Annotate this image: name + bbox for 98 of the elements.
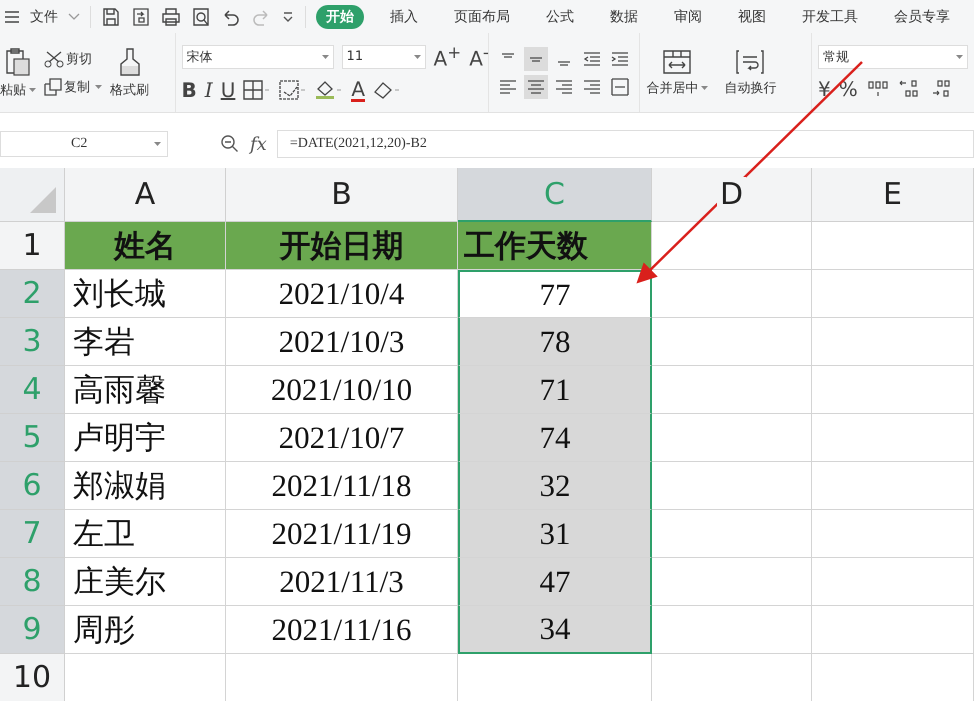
table-cell[interactable] (812, 222, 974, 270)
column-header[interactable]: E (812, 168, 974, 222)
table-cell[interactable] (652, 318, 812, 366)
fill-color-icon[interactable] (315, 80, 344, 100)
table-cell[interactable]: 郑淑娟 (65, 462, 226, 510)
column-header[interactable]: A (65, 168, 226, 222)
cell-style-icon[interactable] (279, 80, 308, 100)
number-format-dropdown[interactable]: 常规 (818, 44, 968, 68)
ribbon-tab[interactable]: 开发工具 (792, 4, 868, 28)
wrap-text-button[interactable]: 自动换行 (724, 78, 776, 96)
table-cell[interactable] (812, 558, 974, 606)
ribbon-tab[interactable]: 审阅 (664, 4, 712, 28)
table-cell[interactable]: 李岩 (65, 318, 226, 366)
table-cell[interactable] (652, 222, 812, 270)
caret-icon (95, 84, 102, 88)
print-preview-icon[interactable] (191, 6, 211, 26)
ribbon-tab[interactable]: 页面布局 (444, 4, 520, 28)
table-cell[interactable]: 77 (458, 270, 652, 318)
table-cell[interactable] (652, 510, 812, 558)
caret-icon (322, 54, 329, 58)
copy-button[interactable]: 复制 (44, 78, 102, 96)
table-cell[interactable]: 71 (458, 366, 652, 414)
merge-center-button[interactable]: 合并居中 (646, 78, 708, 96)
zoom-icon[interactable] (220, 134, 240, 154)
more-icon[interactable] (281, 10, 295, 24)
function-button[interactable]: fx (250, 134, 267, 154)
table-cell[interactable]: 姓名 (65, 222, 226, 270)
column-header[interactable]: D (652, 168, 812, 222)
bold-button[interactable]: B (182, 78, 197, 102)
table-cell[interactable]: 刘长城 (65, 270, 226, 318)
column-header[interactable]: B (226, 168, 458, 222)
grow-font-button[interactable]: A$^{+}$ (434, 42, 462, 70)
merge-cells-icon[interactable] (662, 48, 692, 74)
font-size-dropdown[interactable]: 11 (342, 44, 426, 68)
table-cell[interactable]: 47 (458, 558, 652, 606)
table-cell[interactable]: 78 (458, 318, 652, 366)
table-cell[interactable]: 周彤 (65, 606, 226, 654)
save-icon[interactable] (101, 6, 121, 26)
clipboard-icon[interactable] (5, 46, 31, 76)
export-icon[interactable] (131, 6, 151, 26)
table-cell[interactable] (812, 462, 974, 510)
name-box[interactable]: C2 (0, 131, 168, 157)
table-cell[interactable] (652, 606, 812, 654)
ribbon-tab[interactable]: 视图 (728, 4, 776, 28)
ribbon-tab[interactable]: 会员专享 (884, 4, 960, 28)
table-cell[interactable]: 74 (458, 414, 652, 462)
alignment-icon[interactable] (524, 74, 548, 98)
alignment-icon[interactable] (524, 46, 548, 70)
table-cell[interactable] (812, 270, 974, 318)
table-cell[interactable] (812, 510, 974, 558)
table-cell[interactable]: 高雨馨 (65, 366, 226, 414)
file-menu[interactable]: 文件 (30, 8, 58, 26)
table-cell[interactable] (812, 414, 974, 462)
table-cell[interactable] (652, 414, 812, 462)
table-cell[interactable]: 庄美尔 (65, 558, 226, 606)
paste-button[interactable]: 粘贴 (0, 80, 36, 98)
table-cell[interactable]: 34 (458, 606, 652, 654)
format-painter-button[interactable]: 格式刷 (110, 80, 149, 98)
table-cell[interactable]: 32 (458, 462, 652, 510)
ribbon-tab[interactable]: 公式 (536, 4, 584, 28)
copy-icon (44, 78, 62, 96)
borders-icon[interactable] (243, 80, 272, 100)
caret-icon (414, 54, 421, 58)
table-cell[interactable] (812, 318, 974, 366)
caret-icon (154, 142, 161, 146)
triangle-icon (28, 185, 58, 215)
table-cell[interactable] (652, 462, 812, 510)
caret-icon (701, 86, 708, 90)
ribbon-tab[interactable]: 插入 (380, 4, 428, 28)
table-cell[interactable]: 工作天数 (458, 222, 652, 270)
row-header[interactable]: 1 (0, 222, 65, 270)
print-icon[interactable] (161, 6, 181, 26)
table-cell[interactable] (652, 558, 812, 606)
eraser-icon[interactable] (373, 80, 402, 100)
table-cell[interactable]: 左卫 (65, 510, 226, 558)
table-cell[interactable] (652, 270, 812, 318)
row-header[interactable]: 10 (0, 654, 65, 701)
currency-button[interactable]: ¥ (818, 76, 831, 100)
table-cell[interactable] (812, 606, 974, 654)
table-cell[interactable]: 开始日期 (226, 222, 458, 270)
italic-button[interactable]: I (204, 78, 213, 102)
table-cell[interactable] (652, 366, 812, 414)
font-color-button[interactable]: A (351, 78, 366, 102)
table-cell[interactable] (812, 366, 974, 414)
shrink-font-button[interactable]: A$^{-}$ (469, 42, 489, 70)
font-name-dropdown[interactable]: 宋体 (182, 44, 334, 68)
ribbon-tab[interactable]: 数据 (600, 4, 648, 28)
chevron-icon[interactable] (68, 12, 80, 20)
formula-field[interactable]: =DATE(2021,12,20)-B2 (276, 130, 974, 158)
caret-icon (956, 54, 963, 58)
underline-button[interactable]: U (220, 78, 236, 102)
scissors-icon (44, 50, 64, 68)
caret-icon (29, 88, 36, 92)
cut-button[interactable]: 剪切 (44, 50, 102, 68)
table-cell[interactable]: 卢明宇 (65, 414, 226, 462)
menu-icon[interactable] (4, 10, 20, 24)
table-cell[interactable]: 31 (458, 510, 652, 558)
wrap-text-icon[interactable] (735, 48, 766, 74)
